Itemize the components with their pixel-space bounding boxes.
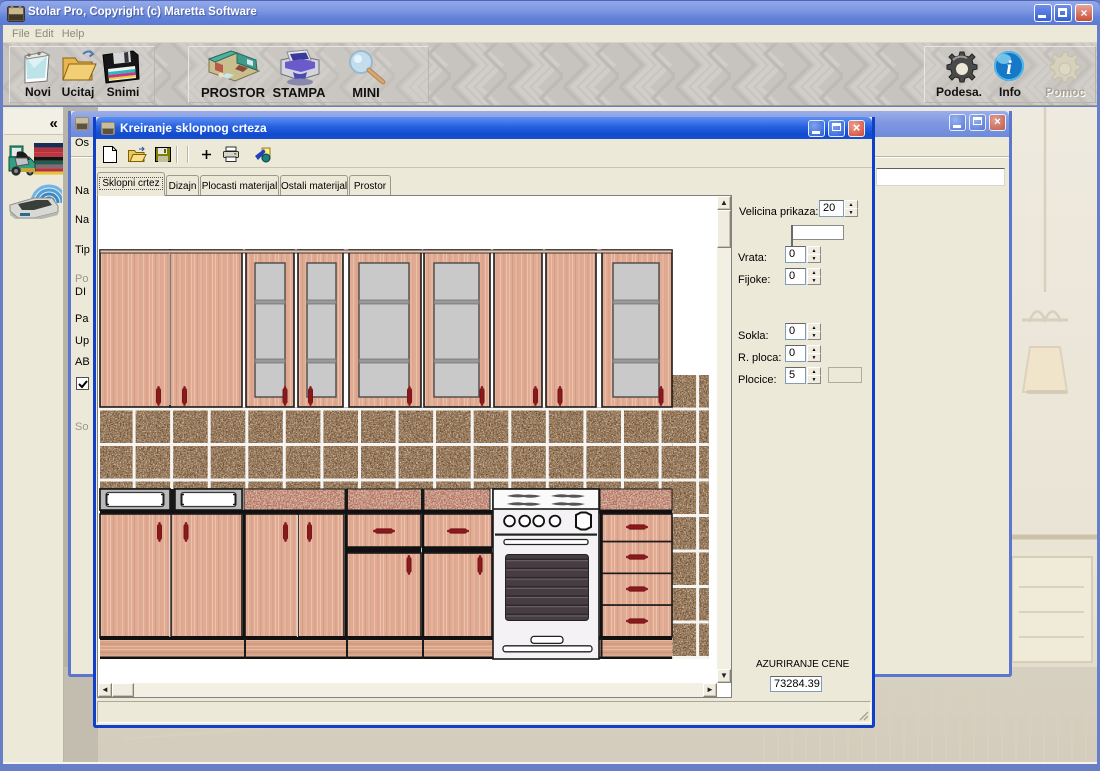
svg-text:i: i (1006, 57, 1012, 79)
